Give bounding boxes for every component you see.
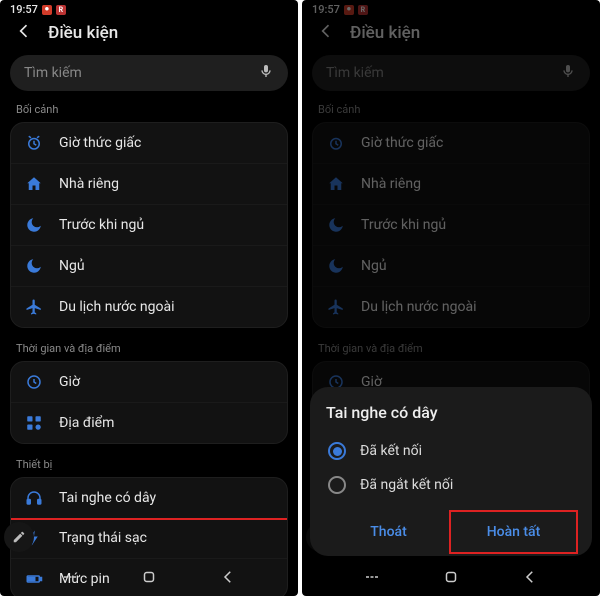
row-travel[interactable]: Du lịch nước ngoài — [313, 287, 589, 327]
row-label: Nhà riêng — [59, 176, 119, 192]
row-label: Du lịch nước ngoài — [59, 299, 175, 315]
nav-home[interactable] — [140, 568, 158, 590]
status-badge-r: R — [56, 5, 66, 15]
nav-bar — [302, 562, 600, 596]
screen-headphone-dialog: 19:57 ⏺ R Điều kiện Tìm kiếm Bối cảnh Gi… — [302, 0, 600, 596]
mic-icon[interactable] — [560, 63, 576, 83]
row-before-sleep[interactable]: Trước khi ngủ — [11, 205, 287, 246]
option-disconnected[interactable]: Đã ngắt kết nối — [326, 468, 576, 502]
radio-icon — [328, 442, 346, 460]
row-home[interactable]: Nhà riêng — [11, 164, 287, 205]
row-wakeup[interactable]: Giờ thức giấc — [313, 123, 589, 164]
edit-button[interactable] — [4, 522, 34, 552]
moon-icon — [25, 257, 43, 275]
headphone-options-sheet: Tai nghe có dây Đã kết nối Đã ngắt kết n… — [310, 387, 592, 556]
row-home[interactable]: Nhà riêng — [313, 164, 589, 205]
card-timeplace: Giờ Địa điểm — [10, 361, 288, 444]
search-input[interactable]: Tìm kiếm — [10, 55, 288, 91]
row-before-sleep[interactable]: Trước khi ngủ — [313, 205, 589, 246]
nav-bar — [0, 562, 298, 596]
nav-recents[interactable] — [363, 568, 381, 590]
row-label: Trước khi ngủ — [59, 217, 144, 233]
status-time: 19:57 — [312, 3, 340, 16]
section-device-label: Thiết bị — [10, 454, 288, 477]
option-connected[interactable]: Đã kết nối — [326, 434, 576, 468]
row-wired-headphones[interactable]: Tai nghe có dây — [10, 477, 288, 520]
row-wakeup[interactable]: Giờ thức giấc — [11, 123, 287, 164]
status-bar: 19:57 ⏺ R — [0, 0, 298, 17]
status-badge-r: R — [358, 5, 368, 15]
row-label: Ngủ — [59, 258, 85, 274]
search-placeholder: Tìm kiếm — [24, 65, 82, 81]
back-icon[interactable] — [316, 21, 336, 45]
done-button[interactable]: Hoàn tất — [449, 510, 578, 554]
radio-icon — [328, 476, 346, 494]
nav-back[interactable] — [219, 568, 237, 590]
row-time[interactable]: Giờ — [11, 362, 287, 403]
section-timeplace-label: Thời gian và địa điểm — [312, 338, 590, 361]
nav-recents[interactable] — [61, 568, 79, 590]
back-icon[interactable] — [14, 21, 34, 45]
section-timeplace-label: Thời gian và địa điểm — [10, 338, 288, 361]
status-bar: 19:57 ⏺ R — [302, 0, 600, 17]
nav-back[interactable] — [521, 568, 539, 590]
row-label: Giờ — [59, 374, 80, 390]
home-icon — [25, 175, 43, 193]
section-context-label: Bối cảnh — [10, 99, 288, 122]
page-title: Điều kiện — [350, 23, 420, 43]
row-label: Tai nghe có dây — [59, 490, 156, 506]
header-bar: Điều kiện — [302, 17, 600, 51]
row-sleep[interactable]: Ngủ — [313, 246, 589, 287]
header-bar: Điều kiện — [0, 17, 298, 51]
place-grid-icon — [25, 414, 43, 432]
alarm-icon — [25, 134, 43, 152]
row-sleep[interactable]: Ngủ — [11, 246, 287, 287]
row-label: Địa điểm — [59, 415, 114, 431]
row-place[interactable]: Địa điểm — [11, 403, 287, 443]
headphones-icon — [25, 489, 43, 507]
status-app-icon: ⏺ — [344, 5, 354, 15]
screen-conditions-list: 19:57 ⏺ R Điều kiện Tìm kiếm Bối cảnh — [0, 0, 298, 596]
status-app-icon: ⏺ — [42, 5, 52, 15]
mic-icon[interactable] — [258, 63, 274, 83]
moon-icon — [25, 216, 43, 234]
option-label: Đã ngắt kết nối — [360, 477, 453, 493]
status-time: 19:57 — [10, 3, 38, 16]
sheet-title: Tai nghe có dây — [326, 403, 576, 422]
row-label: Giờ thức giấc — [59, 135, 141, 151]
clock-icon — [25, 373, 43, 391]
cancel-button[interactable]: Thoát — [326, 512, 451, 552]
section-context-label: Bối cảnh — [312, 99, 590, 122]
nav-home[interactable] — [442, 568, 460, 590]
row-travel[interactable]: Du lịch nước ngoài — [11, 287, 287, 327]
row-charging[interactable]: Trạng thái sạc — [11, 518, 287, 559]
search-placeholder: Tìm kiếm — [326, 65, 384, 81]
page-title: Điều kiện — [48, 23, 118, 43]
row-label: Trạng thái sạc — [59, 530, 147, 546]
card-context: Giờ thức giấc Nhà riêng Trước khi ngủ Ng… — [10, 122, 288, 328]
option-label: Đã kết nối — [360, 443, 422, 459]
search-input[interactable]: Tìm kiếm — [312, 55, 590, 91]
airplane-icon — [25, 298, 43, 316]
